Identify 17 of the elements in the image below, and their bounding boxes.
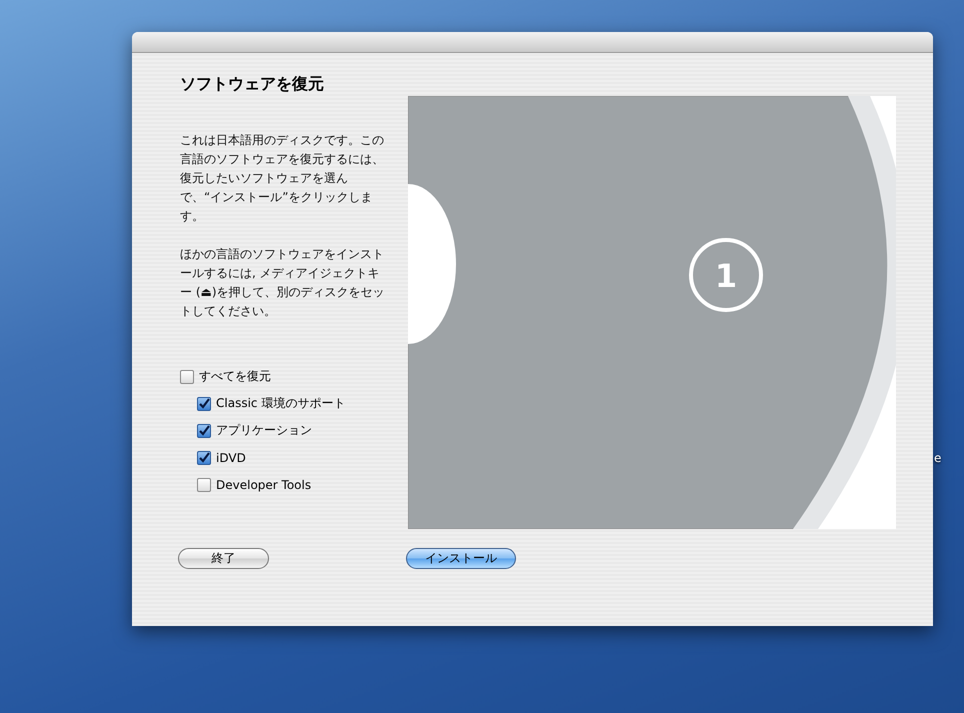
- checkbox-label[interactable]: Developer Tools: [216, 478, 312, 492]
- checkbox[interactable]: [197, 478, 211, 492]
- checkbox-label[interactable]: すべてを復元: [199, 368, 271, 385]
- quit-button[interactable]: 終了: [178, 548, 269, 569]
- checkbox[interactable]: [180, 370, 194, 384]
- description-text: ほかの言語のソフトウェアをインストールするには, メディアイジェクトキー (⏏)を押して、別のディスクをセットしてください。: [180, 246, 385, 320]
- checkbox[interactable]: [197, 450, 211, 464]
- window-title: ソフトウェアを復元: [180, 73, 325, 95]
- description-text: これは日本語用のディスクです。この言語のソフトウェアを復元するには、復元したいソフトウェアを選んで、“インストール”をクリックします。: [180, 132, 385, 225]
- checkbox-label[interactable]: Classic 環境のサポート: [216, 395, 346, 412]
- desktop-icon-label: e: [934, 451, 942, 465]
- install-button[interactable]: インストール: [406, 548, 516, 569]
- disc-number: 1: [714, 257, 738, 295]
- checkbox[interactable]: [197, 424, 211, 438]
- checkbox-label[interactable]: iDVD: [216, 450, 246, 464]
- checkbox-label[interactable]: アプリケーション: [216, 422, 312, 439]
- checkbox[interactable]: [197, 396, 211, 410]
